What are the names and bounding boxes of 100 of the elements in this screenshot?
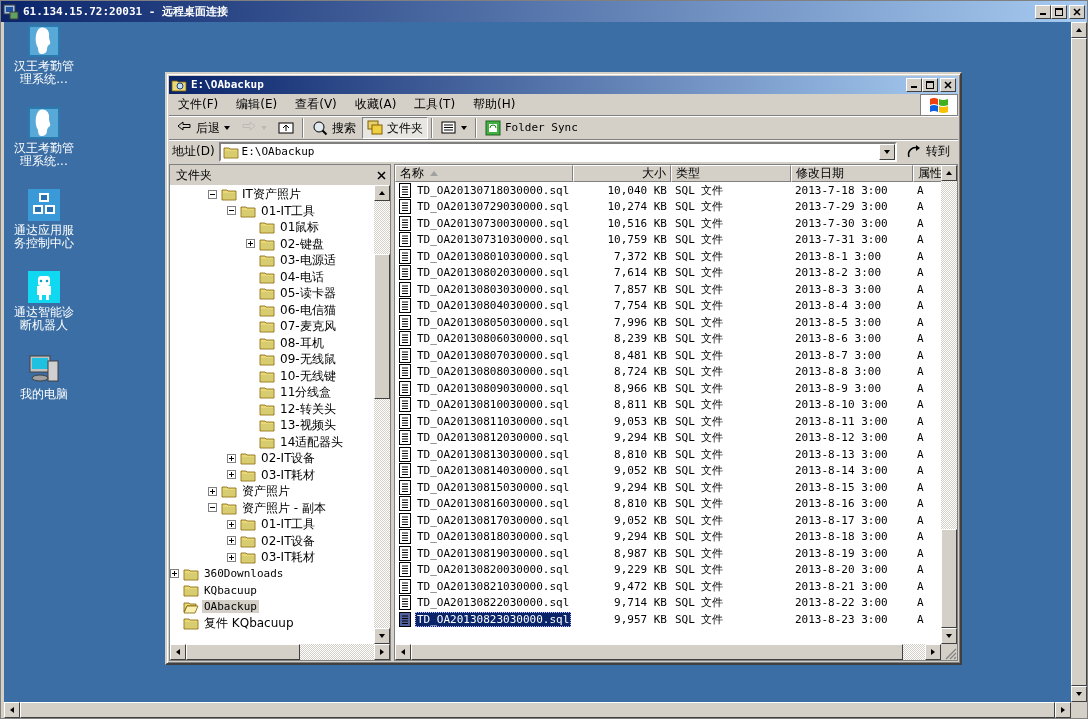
file-name[interactable]: TD_OA20130821030000.sql: [415, 578, 572, 594]
tree-item[interactable]: 资产照片 - 副本: [240, 500, 328, 515]
column-header[interactable]: 类型: [671, 165, 791, 182]
horizontal-scrollbar[interactable]: [170, 644, 390, 660]
tree-item[interactable]: KQbacuup: [202, 583, 259, 597]
file-name[interactable]: TD_OA20130815030000.sql: [415, 479, 572, 495]
file-name[interactable]: TD_OA20130819030000.sql: [415, 545, 572, 561]
scrollbar-thumb[interactable]: [186, 644, 300, 660]
expand-icon[interactable]: [246, 239, 255, 249]
expand-icon[interactable]: [227, 470, 236, 480]
scroll-up-button[interactable]: [1071, 22, 1087, 38]
tree-item[interactable]: IT资产照片: [240, 187, 303, 202]
column-header[interactable]: 属性: [913, 165, 941, 182]
file-name[interactable]: TD_OA20130731030000.sql: [415, 232, 572, 248]
scrollbar-thumb[interactable]: [941, 528, 957, 628]
back-button[interactable]: 后退: [171, 117, 235, 139]
desktop-icon-label[interactable]: 我的电脑: [12, 388, 76, 401]
tree-item[interactable]: 11分线盒: [278, 385, 334, 400]
scroll-left-button[interactable]: [395, 644, 411, 660]
tree-item[interactable]: OAbackup: [202, 600, 259, 614]
collapse-icon[interactable]: [208, 503, 217, 513]
scroll-down-button[interactable]: [374, 628, 390, 644]
tree-item[interactable]: 02-IT设备: [259, 533, 318, 548]
file-name[interactable]: TD_OA20130813030000.sql: [415, 446, 572, 462]
menu-item[interactable]: 编辑(E): [227, 95, 287, 114]
column-header[interactable]: 名称: [395, 165, 573, 182]
file-name[interactable]: TD_OA20130820030000.sql: [415, 562, 572, 578]
scroll-up-button[interactable]: [941, 165, 957, 181]
tree-item[interactable]: 05-读卡器: [278, 286, 338, 301]
scroll-up-button[interactable]: [374, 185, 390, 201]
sync-button[interactable]: Folder Sync: [480, 117, 583, 139]
menu-item[interactable]: 查看(V): [286, 95, 346, 114]
size-grip[interactable]: [941, 644, 957, 660]
search-button[interactable]: 搜索: [307, 117, 361, 139]
expand-icon[interactable]: [170, 569, 179, 579]
maximize-button[interactable]: [1051, 4, 1067, 19]
file-name[interactable]: TD_OA20130811030000.sql: [415, 413, 572, 429]
tree-item[interactable]: 03-IT耗材: [259, 467, 318, 482]
file-name[interactable]: TD_OA20130814030000.sql: [415, 463, 572, 479]
file-name[interactable]: TD_OA20130823030000.sql: [415, 611, 572, 627]
expand-icon[interactable]: [227, 552, 236, 562]
scroll-left-button[interactable]: [4, 702, 20, 718]
scrollbar-thumb[interactable]: [374, 253, 390, 399]
folders-button[interactable]: 文件夹: [362, 117, 428, 139]
tree-item[interactable]: 资产照片: [240, 484, 292, 499]
minimize-button[interactable]: [906, 78, 922, 92]
file-name[interactable]: TD_OA20130805030000.sql: [415, 314, 572, 330]
tree-item[interactable]: 360Downloads: [202, 567, 286, 581]
desktop-icon-label[interactable]: 汉王考勤管理系统...: [12, 60, 76, 86]
file-name[interactable]: TD_OA20130808030000.sql: [415, 364, 572, 380]
minimize-button[interactable]: [1035, 4, 1051, 19]
maximize-button[interactable]: [922, 78, 938, 92]
desktop-icon-label[interactable]: 通达智能诊断机器人: [12, 306, 76, 332]
go-button[interactable]: 转到: [901, 140, 955, 163]
expand-icon[interactable]: [227, 536, 236, 546]
file-name[interactable]: TD_OA20130818030000.sql: [415, 529, 572, 545]
file-name[interactable]: TD_OA20130807030000.sql: [415, 347, 572, 363]
tree-item[interactable]: 10-无线键: [278, 368, 338, 383]
file-name[interactable]: TD_OA20130803030000.sql: [415, 281, 572, 297]
menu-item[interactable]: 收藏(A): [345, 95, 406, 114]
file-name[interactable]: TD_OA20130730030000.sql: [415, 215, 572, 231]
tree-item[interactable]: 01-IT工具: [259, 203, 318, 218]
file-name[interactable]: TD_OA20130816030000.sql: [415, 496, 572, 512]
tree-item[interactable]: 06-电信猫: [278, 302, 338, 317]
tree-item[interactable]: 01鼠标: [278, 220, 322, 235]
tree-item[interactable]: 08-耳机: [278, 335, 326, 350]
vertical-scrollbar[interactable]: [941, 165, 957, 644]
scroll-right-button[interactable]: [374, 644, 390, 660]
tree-item[interactable]: 01-IT工具: [259, 517, 318, 532]
file-name[interactable]: TD_OA20130804030000.sql: [415, 298, 572, 314]
tree-item[interactable]: 12-转关头: [278, 401, 338, 416]
expand-icon[interactable]: [227, 519, 236, 529]
desktop-icon-label[interactable]: 汉王考勤管理系统...: [12, 142, 76, 168]
tree-item[interactable]: 03-电源适: [278, 253, 338, 268]
tree-item[interactable]: 13-视频头: [278, 418, 338, 433]
collapse-icon[interactable]: [227, 206, 236, 216]
column-header[interactable]: 修改日期: [791, 165, 913, 182]
scroll-right-button[interactable]: [1055, 702, 1071, 718]
close-button[interactable]: [377, 170, 386, 180]
menu-item[interactable]: 工具(T): [405, 95, 465, 114]
address-field[interactable]: E:\OAbackup: [218, 141, 897, 162]
expand-icon[interactable]: [208, 486, 217, 496]
tree-item[interactable]: 02-键盘: [278, 236, 326, 251]
scroll-left-button[interactable]: [170, 644, 186, 660]
dropdown-button[interactable]: [879, 143, 895, 160]
tree-item[interactable]: 14适配器头: [278, 434, 346, 449]
tree-item[interactable]: 04-电话: [278, 269, 326, 284]
tree-item[interactable]: 03-IT耗材: [259, 550, 318, 565]
file-name[interactable]: TD_OA20130729030000.sql: [415, 199, 572, 215]
file-name[interactable]: TD_OA20130806030000.sql: [415, 331, 572, 347]
file-name[interactable]: TD_OA20130822030000.sql: [415, 595, 572, 611]
tree-item[interactable]: 09-无线鼠: [278, 352, 338, 367]
file-name[interactable]: TD_OA20130817030000.sql: [415, 512, 572, 528]
column-header[interactable]: 大小: [573, 165, 671, 182]
desktop-icon-label[interactable]: 通达应用服务控制中心: [12, 224, 76, 250]
file-name[interactable]: TD_OA20130802030000.sql: [415, 265, 572, 281]
file-name[interactable]: TD_OA20130812030000.sql: [415, 430, 572, 446]
scroll-down-button[interactable]: [941, 628, 957, 644]
tree-item[interactable]: 复件 KQbacuup: [202, 616, 296, 631]
tree-item[interactable]: 02-IT设备: [259, 451, 318, 466]
